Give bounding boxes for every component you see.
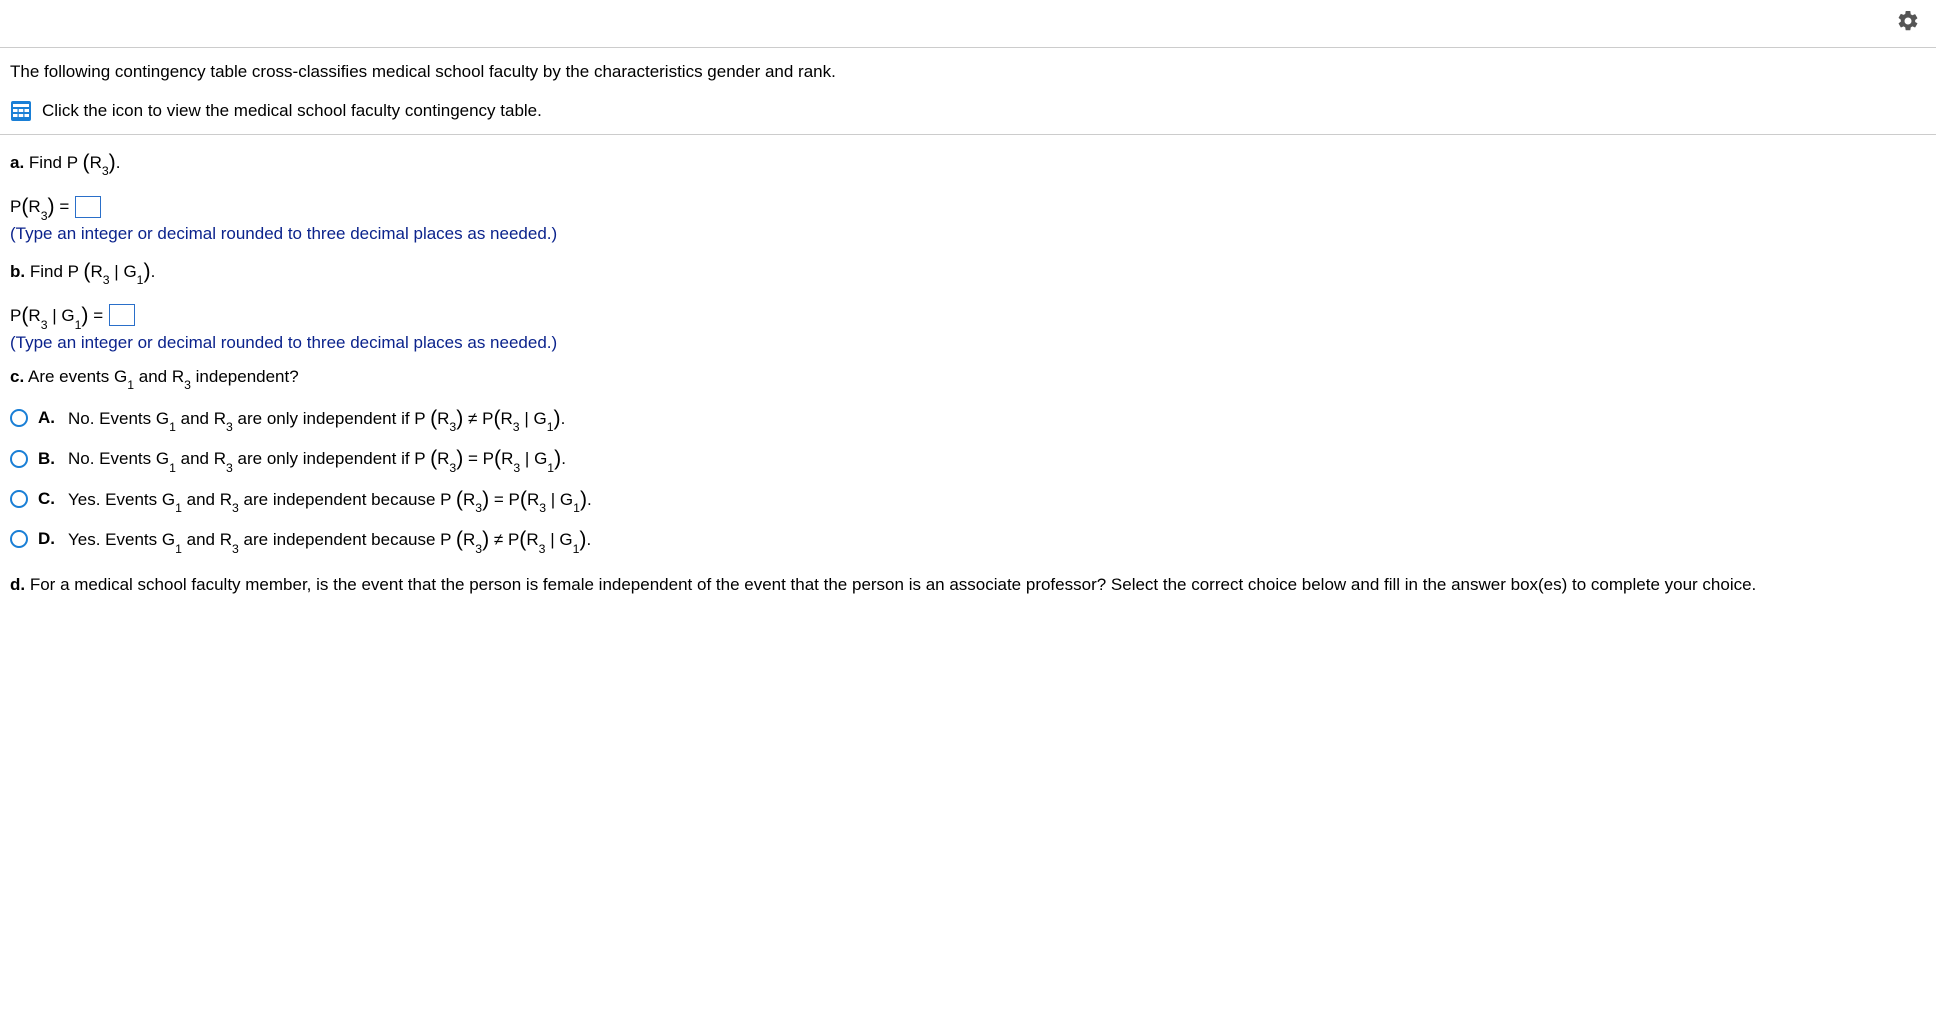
option-a-text: No. Events G1 and R3 are only independen… [68,405,565,431]
part-a: a. Find P (R3). [10,149,1926,175]
part-b-label: b. [10,262,25,281]
table-link-row[interactable]: Click the icon to view the medical schoo… [10,100,1926,122]
part-a-input[interactable] [75,196,101,218]
part-b: b. Find P (R3 | G1). [10,258,1926,284]
option-c-text: Yes. Events G1 and R3 are independent be… [68,486,592,512]
intro-section: The following contingency table cross-cl… [0,48,1936,135]
radio-d[interactable] [10,530,28,548]
part-c-label: c. [10,367,24,386]
option-d-text: Yes. Events G1 and R3 are independent be… [68,526,591,552]
top-bar [0,0,1936,48]
options-c: A. No. Events G1 and R3 are only indepen… [10,403,1926,555]
part-c-text1: Are events G [28,367,127,386]
option-c-letter: C. [38,489,58,509]
part-b-text: Find P [30,262,79,281]
part-b-answer: P(R3 | G1) = [10,302,1926,328]
part-b-hint: (Type an integer or decimal rounded to t… [10,333,1926,353]
paren-close: ) [109,150,116,174]
part-a-label: a. [10,153,24,172]
table-link-text: Click the icon to view the medical schoo… [42,101,542,121]
part-d-label: d. [10,575,25,594]
part-a-hint: (Type an integer or decimal rounded to t… [10,224,1926,244]
part-c: c. Are events G1 and R3 independent? [10,367,1926,389]
part-d-text: For a medical school faculty member, is … [30,575,1756,594]
part-a-answer: P(R3) = [10,193,1926,219]
radio-c[interactable] [10,490,28,508]
part-b-answer-prefix: P(R3 | G1) = [10,302,103,328]
option-a-letter: A. [38,408,58,428]
option-b[interactable]: B. No. Events G1 and R3 are only indepen… [10,443,1926,473]
intro-text: The following contingency table cross-cl… [10,62,1926,82]
gear-icon[interactable] [1896,9,1920,38]
part-d: d. For a medical school faculty member, … [10,575,1926,595]
r3-sub: 3 [102,164,109,178]
paren-open: ( [82,150,89,174]
option-c[interactable]: C. Yes. Events G1 and R3 are independent… [10,484,1926,514]
radio-b[interactable] [10,450,28,468]
part-b-input[interactable] [109,304,135,326]
option-a[interactable]: A. No. Events G1 and R3 are only indepen… [10,403,1926,433]
part-a-text: Find P [29,153,78,172]
option-b-text: No. Events G1 and R3 are only independen… [68,445,566,471]
table-icon[interactable] [10,100,32,122]
option-b-letter: B. [38,449,58,469]
part-a-answer-prefix: P(R3) = [10,193,69,219]
option-d[interactable]: D. Yes. Events G1 and R3 are independent… [10,524,1926,554]
radio-a[interactable] [10,409,28,427]
content: a. Find P (R3). P(R3) = (Type an integer… [0,135,1936,623]
option-d-letter: D. [38,529,58,549]
